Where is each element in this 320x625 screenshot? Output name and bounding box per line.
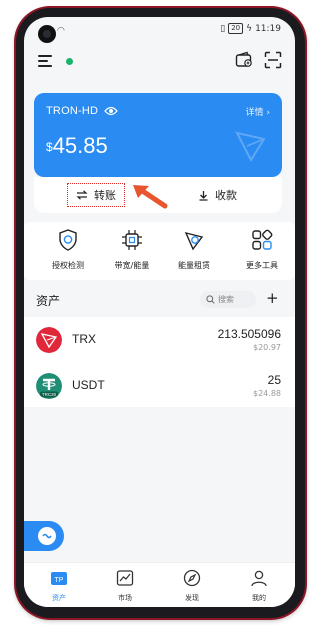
wallet-tab-icon: TP <box>51 572 67 585</box>
asset-row-trx[interactable]: TRX 213.505096 $20.97 <box>24 319 295 363</box>
status-time: 11:19 <box>255 23 281 34</box>
svg-text:TP: TP <box>55 577 64 584</box>
annotation-arrow-icon <box>133 185 168 209</box>
asset-value: $20.97 <box>253 343 281 352</box>
asset-value: $24.88 <box>253 389 281 398</box>
tool-bandwidth-energy[interactable]: 带宽/能量 <box>102 228 162 271</box>
wallet-name: TRON-HD <box>46 105 99 117</box>
tab-profile[interactable]: 我的 <box>234 569 284 603</box>
grid-icon <box>252 229 273 250</box>
tab-assets[interactable]: TP 资产 <box>34 569 84 603</box>
add-asset-icon[interactable]: + <box>266 289 279 307</box>
eye-icon[interactable] <box>104 105 118 117</box>
tool-auth-check[interactable]: 授权检测 <box>38 228 98 271</box>
assets-header: 资产 搜索 + <box>24 287 295 313</box>
receive-icon <box>199 190 208 201</box>
asset-quantity: 25 <box>267 373 281 387</box>
charging-icon: ϟ <box>246 23 253 34</box>
front-camera <box>38 25 56 43</box>
search-icon <box>206 295 215 304</box>
bottom-tab-bar: TP 资产 市场 发现 我的 <box>24 562 295 607</box>
receive-button[interactable]: 收款 <box>198 183 237 207</box>
rocket-icon <box>184 231 204 251</box>
top-nav <box>24 45 295 79</box>
svg-text:TRC20: TRC20 <box>42 392 57 397</box>
tool-energy-rental[interactable]: 能量租赁 <box>164 228 224 271</box>
transfer-icon <box>76 190 88 200</box>
menu-icon[interactable] <box>38 55 52 67</box>
wifi-icon: ◠ <box>57 26 65 36</box>
asset-row-usdt[interactable]: TRC20 USDT 25 $24.88 <box>24 365 295 409</box>
assets-title: 资产 <box>36 294 61 308</box>
trx-logo-icon <box>36 327 62 353</box>
network-status-dot <box>66 58 73 65</box>
wallet-card[interactable]: TRON-HD 详情 › $45.85 <box>34 93 282 177</box>
shield-icon <box>59 229 77 251</box>
balance-amount: $45.85 <box>46 133 108 158</box>
send-button[interactable]: 转账 <box>67 183 125 207</box>
usdt-logo-icon: TRC20 <box>36 373 62 399</box>
floating-chat-button[interactable] <box>24 521 64 551</box>
tool-more[interactable]: 更多工具 <box>232 228 292 271</box>
chart-icon <box>116 570 134 586</box>
status-bar: ◠ ▯ 20 ϟ 11:19 <box>24 17 295 43</box>
asset-list: TRX 213.505096 $20.97 TRC20 USDT 25 $24.… <box>24 317 295 407</box>
tron-logo-icon <box>235 131 266 163</box>
vibrate-icon: ▯ <box>220 23 226 34</box>
battery-icon: 20 <box>228 23 244 34</box>
details-link[interactable]: 详情 › <box>246 105 270 118</box>
asset-search-input[interactable]: 搜索 <box>200 291 256 308</box>
app-screen: ◠ ▯ 20 ϟ 11:19 TRON-HD 详情 › $45.85 转账 收款… <box>24 17 295 607</box>
tab-discover[interactable]: 发现 <box>167 569 217 603</box>
tools-row: 授权检测 带宽/能量 能量租赁 更多工具 <box>24 222 295 280</box>
user-icon <box>251 570 267 587</box>
wallet-switch-icon[interactable] <box>235 51 253 69</box>
chat-icon <box>38 527 56 545</box>
chip-icon <box>122 230 142 250</box>
asset-quantity: 213.505096 <box>217 327 281 341</box>
tab-market[interactable]: 市场 <box>100 569 150 603</box>
compass-icon <box>183 569 201 587</box>
scan-icon[interactable] <box>264 51 282 69</box>
